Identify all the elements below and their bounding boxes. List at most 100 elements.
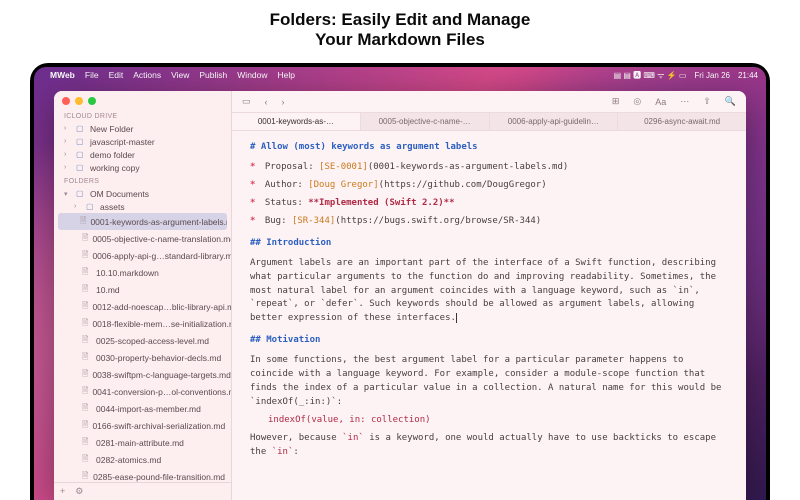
macos-menubar: MWeb File Edit Actions View Publish Wind… [34,67,766,83]
sidebar-file[interactable]: 🗎10.10.markdown [54,264,231,281]
promo-line1: Folders: Easily Edit and Manage [0,10,800,30]
font-size-button[interactable]: Aa [653,97,668,107]
editor-tab[interactable]: 0006-apply-api-guidelin… [490,113,619,130]
zoom-button[interactable] [88,97,96,105]
sidebar-file[interactable]: 🗎0281-main-attribute.md [54,434,231,451]
file-label: 0166-swift-archival-serialization.md [92,421,225,431]
file-label: 10.md [96,285,120,295]
menubar-time[interactable]: 21:44 [738,71,758,80]
file-icon: 🗎 [82,436,92,450]
file-label: 0282-atomics.md [96,455,161,465]
sidebar-section-icloud: ICLOUD DRIVE [54,109,231,122]
sidebar-file[interactable]: 🗎0044-import-as-member.md [54,400,231,417]
preview-icon[interactable]: ◎ [631,96,643,107]
sidebar-file[interactable]: 🗎0285-ease-pound-file-transition.md [54,468,231,482]
sidebar-folder-assets[interactable]: › ▢ assets [54,200,231,213]
file-label: 0044-import-as-member.md [96,404,201,414]
sidebar-file[interactable]: 🗎 0166-swift-archival-serialization.md [54,417,231,434]
sidebar-file[interactable]: 🗎 0001-keywords-as-argument-labels.md [58,213,227,230]
close-button[interactable] [62,97,70,105]
menubar-item[interactable]: Edit [109,70,124,80]
sidebar-file[interactable]: 🗎0030-property-behavior-decls.md [54,349,231,366]
doc-heading-1: # Allow (most) keywords as argument labe… [250,141,728,155]
disclosure-icon[interactable]: › [74,203,82,210]
file-icon: 🗎 [82,317,88,331]
sidebar: ICLOUD DRIVE › ▢ New Folder›▢javascript-ma… [54,91,232,500]
settings-button[interactable]: ⚙ [75,486,83,497]
laptop-frame: MWeb File Edit Actions View Publish Wind… [30,63,770,500]
sidebar-file[interactable]: 🗎 0038-swiftpm-c-language-targets.md [54,366,231,383]
file-label: 0041-conversion-p…ol-conventions.md [92,387,231,397]
app-window: ICLOUD DRIVE › ▢ New Folder›▢javascript-ma… [54,91,746,500]
sidebar-file[interactable]: 🗎0018-flexible-mem…se-initialization.md [54,315,231,332]
editor[interactable]: # Allow (most) keywords as argument labe… [232,131,746,500]
editor-tab[interactable]: 0005-objective-c-name-… [361,113,490,130]
nav-forward-icon[interactable]: › [280,97,287,107]
menubar-item[interactable]: Help [278,70,295,80]
file-label: 0006-apply-api-g…standard-library.md [92,251,231,261]
sidebar-file[interactable]: 🗎0005-objective-c-name-translation.md [54,230,231,247]
share-icon[interactable]: ⇪ [701,96,713,107]
file-icon: 🗎 [82,419,88,433]
file-icon: 🗎 [82,249,88,263]
folder-icon: ▢ [76,189,86,198]
sidebar-file[interactable]: 🗎0025-scoped-access-level.md [54,332,231,349]
search-icon[interactable]: 🔍 [723,96,738,107]
file-label: 0001-keywords-as-argument-labels.md [90,217,227,227]
folder-icon: ▢ [76,124,86,133]
menubar-app-name[interactable]: MWeb [50,70,75,80]
file-icon: 🗎 [82,283,92,297]
disclosure-icon[interactable]: › [64,125,72,132]
layout-icon[interactable]: ⊞ [610,96,622,107]
sidebar-file[interactable]: 🗎0012-add-noescap…blic-library-api.md [54,298,231,315]
folder-icon: ▢ [76,150,86,159]
file-label: 10.10.markdown [96,268,159,278]
more-icon[interactable]: ⋯ [678,96,691,107]
sidebar-section-folders: FOLDERS [54,174,231,187]
editor-tab[interactable]: 0296-async-await.md [618,113,746,130]
folder-label: New Folder [90,124,133,134]
doc-meta-line: Author: [Doug Gregor](https://github.com… [250,179,728,193]
add-button[interactable]: + [60,486,65,497]
file-icon: 🗎 [82,368,88,382]
doc-code-block: indexOf(value, in: collection) [250,414,728,428]
sidebar-file[interactable]: 🗎 0006-apply-api-g…standard-library.md [54,247,231,264]
file-label: 0285-ease-pound-file-transition.md [93,472,225,482]
sidebar-folder[interactable]: ›▢working copy [54,161,231,174]
promo-line2: Your Markdown Files [0,30,800,50]
menubar-item[interactable]: Window [237,70,267,80]
sidebar-file[interactable]: 🗎 0041-conversion-p…ol-conventions.md [54,383,231,400]
editor-tab[interactable]: 0001-keywords-as-… [232,113,361,130]
toggle-sidebar-icon[interactable]: ▭ [240,96,253,107]
sidebar-folder[interactable]: ›▢javascript-master [54,135,231,148]
file-label: 0038-swiftpm-c-language-targets.md [92,370,230,380]
doc-meta-line: Bug: [SR-344](https://bugs.swift.org/bro… [250,215,728,229]
file-label: 0012-add-noescap…blic-library-api.md [92,302,231,312]
menubar-item[interactable]: Publish [199,70,227,80]
minimize-button[interactable] [75,97,83,105]
window-toolbar: ▭ ‹ › ⊞ ◎ Aa ⋯ ⇪ 🔍 [232,91,746,113]
disclosure-icon[interactable]: › [64,164,72,171]
status-icons[interactable]: ▤ ▤ 🅰 ⌨ ᯤ ⚡ ▭ [614,70,687,81]
folder-label: demo folder [90,150,135,160]
menubar-date[interactable]: Fri Jan 26 [694,71,730,80]
file-icon: 🗎 [80,215,86,229]
disclosure-icon[interactable]: ▾ [64,190,72,198]
folder-label: OM Documents [90,189,149,199]
menubar-item[interactable]: Actions [133,70,161,80]
disclosure-icon[interactable]: › [64,151,72,158]
doc-meta-line: Proposal: [SE-0001](0001-keywords-as-arg… [250,161,728,175]
file-label: 0025-scoped-access-level.md [96,336,209,346]
sidebar-file[interactable]: 🗎 10.md [54,281,231,298]
menubar-item[interactable]: File [85,70,99,80]
sidebar-folder-root[interactable]: ▾ ▢ OM Documents [54,187,231,200]
sidebar-folder[interactable]: › ▢ New Folder [54,122,231,135]
menubar-item[interactable]: View [171,70,189,80]
file-icon: 🗎 [82,385,88,399]
sidebar-folder[interactable]: › ▢ demo folder [54,148,231,161]
sidebar-file[interactable]: 🗎0282-atomics.md [54,451,231,468]
nav-back-icon[interactable]: ‹ [263,97,270,107]
promo-title: Folders: Easily Edit and Manage Your Mar… [0,0,800,51]
disclosure-icon[interactable]: › [64,138,72,145]
sidebar-list: ICLOUD DRIVE › ▢ New Folder›▢javascript-ma… [54,109,231,482]
